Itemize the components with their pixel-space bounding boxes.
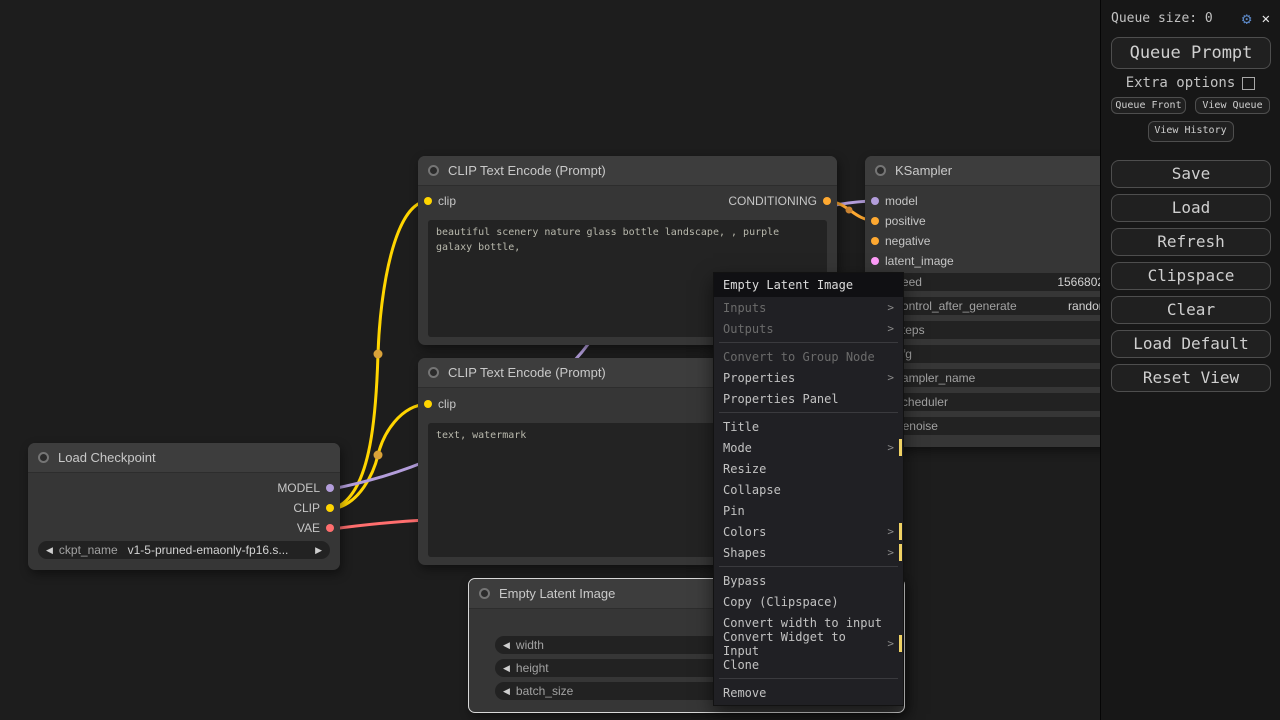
menu-item-convert-to-group-node[interactable]: Convert to Group Node: [714, 346, 903, 367]
comfy-menu-panel: Queue size: 0 ⚙ ✕ Queue Prompt Extra opt…: [1100, 0, 1280, 720]
input-model[interactable]: model: [865, 194, 918, 208]
menu-item-copy-clipspace[interactable]: Copy (Clipspace): [714, 591, 903, 612]
submenu-highlight-bar: [899, 544, 902, 561]
load-default-button[interactable]: Load Default: [1111, 330, 1271, 358]
node-load-checkpoint[interactable]: Load Checkpoint MODEL CLIP VAE: [28, 443, 340, 570]
output-row-model: MODEL: [28, 478, 340, 498]
node-title-bar[interactable]: CLIP Text Encode (Prompt): [418, 156, 837, 186]
load-button[interactable]: Load: [1111, 194, 1271, 222]
link-midpoint-dot[interactable]: [374, 451, 383, 460]
queue-front-button[interactable]: Queue Front: [1111, 97, 1186, 114]
clip-input-dot[interactable]: [424, 197, 432, 205]
collapse-dot-icon[interactable]: [428, 165, 439, 176]
menu-item-inputs[interactable]: Inputs >: [714, 297, 903, 318]
output-conditioning[interactable]: CONDITIONING: [728, 194, 837, 208]
submenu-arrow-icon: >: [887, 441, 894, 454]
collapse-dot-icon[interactable]: [875, 165, 886, 176]
positive-input-dot[interactable]: [871, 217, 879, 225]
collapse-dot-icon[interactable]: [38, 452, 49, 463]
link-midpoint-dot[interactable]: [374, 350, 383, 359]
submenu-arrow-icon: >: [887, 525, 894, 538]
submenu-arrow-icon: >: [887, 322, 894, 335]
menu-item-properties-panel[interactable]: Properties Panel: [714, 388, 903, 409]
context-menu: Empty Latent Image Inputs > Outputs > Co…: [713, 272, 904, 706]
menu-item-bypass[interactable]: Bypass: [714, 570, 903, 591]
queue-size-label: Queue size: 0: [1111, 11, 1213, 26]
settings-gear-icon[interactable]: ⚙: [1242, 9, 1252, 28]
input-latent-image[interactable]: latent_image: [865, 254, 954, 268]
menu-item-collapse[interactable]: Collapse: [714, 479, 903, 500]
model-input-dot[interactable]: [871, 197, 879, 205]
extra-options-checkbox[interactable]: [1242, 77, 1255, 90]
clear-button[interactable]: Clear: [1111, 296, 1271, 324]
collapse-dot-icon[interactable]: [428, 367, 439, 378]
widget-left-arrow-icon[interactable]: ◀: [46, 545, 53, 556]
node-title: Load Checkpoint: [58, 450, 156, 465]
menu-item-mode[interactable]: Mode >: [714, 437, 903, 458]
menu-item-resize[interactable]: Resize: [714, 458, 903, 479]
input-negative[interactable]: negative: [865, 234, 930, 248]
node-title: Empty Latent Image: [499, 586, 615, 601]
clip-output-dot[interactable]: [326, 504, 334, 512]
reset-view-button[interactable]: Reset View: [1111, 364, 1271, 392]
submenu-arrow-icon: >: [887, 301, 894, 314]
clipspace-button[interactable]: Clipspace: [1111, 262, 1271, 290]
menu-separator: [719, 342, 898, 343]
context-menu-title: Empty Latent Image: [714, 273, 903, 297]
menu-item-remove[interactable]: Remove: [714, 682, 903, 703]
menu-item-colors[interactable]: Colors >: [714, 521, 903, 542]
link-midpoint-dot[interactable]: [846, 207, 853, 214]
widget-left-arrow-icon[interactable]: ◀: [503, 663, 510, 674]
vae-output-dot[interactable]: [326, 524, 334, 532]
widget-right-arrow-icon[interactable]: ▶: [315, 545, 322, 556]
model-output-dot[interactable]: [326, 484, 334, 492]
widget-left-arrow-icon[interactable]: ◀: [503, 686, 510, 697]
input-clip[interactable]: clip: [418, 194, 456, 208]
widget-ckpt-name[interactable]: ◀ ckpt_name v1-5-pruned-emaonly-fp16.s..…: [38, 541, 330, 559]
menu-item-convert-widget-to-input[interactable]: Convert Widget to Input >: [714, 633, 903, 654]
output-row-clip: CLIP: [28, 498, 340, 518]
extra-options-label: Extra options: [1126, 75, 1236, 91]
node-title: CLIP Text Encode (Prompt): [448, 365, 606, 380]
menu-item-outputs[interactable]: Outputs >: [714, 318, 903, 339]
menu-item-title[interactable]: Title: [714, 416, 903, 437]
submenu-arrow-icon: >: [887, 637, 894, 650]
menu-item-clone[interactable]: Clone: [714, 654, 903, 675]
input-clip[interactable]: clip: [418, 397, 456, 411]
negative-input-dot[interactable]: [871, 237, 879, 245]
view-queue-button[interactable]: View Queue: [1195, 97, 1270, 114]
widget-left-arrow-icon[interactable]: ◀: [503, 640, 510, 651]
menu-separator: [719, 678, 898, 679]
clip-input-dot[interactable]: [424, 400, 432, 408]
submenu-arrow-icon: >: [887, 546, 894, 559]
queue-prompt-button[interactable]: Queue Prompt: [1111, 37, 1271, 69]
collapse-dot-icon[interactable]: [479, 588, 490, 599]
submenu-highlight-bar: [899, 439, 902, 456]
output-model[interactable]: MODEL: [277, 481, 340, 495]
node-title-bar[interactable]: Load Checkpoint: [28, 443, 340, 473]
submenu-highlight-bar: [899, 523, 902, 540]
menu-item-properties[interactable]: Properties >: [714, 367, 903, 388]
output-row-vae: VAE: [28, 518, 340, 538]
menu-item-shapes[interactable]: Shapes >: [714, 542, 903, 563]
view-history-button[interactable]: View History: [1148, 121, 1234, 142]
input-positive[interactable]: positive: [865, 214, 926, 228]
comfyui-app: Load Checkpoint MODEL CLIP VAE: [0, 0, 1280, 720]
close-icon[interactable]: ✕: [1262, 11, 1270, 27]
submenu-highlight-bar: [899, 635, 902, 652]
menu-separator: [719, 412, 898, 413]
output-vae[interactable]: VAE: [297, 521, 340, 535]
refresh-button[interactable]: Refresh: [1111, 228, 1271, 256]
menu-separator: [719, 566, 898, 567]
menu-item-pin[interactable]: Pin: [714, 500, 903, 521]
conditioning-output-dot[interactable]: [823, 197, 831, 205]
node-title: KSampler: [895, 163, 952, 178]
latent-input-dot[interactable]: [871, 257, 879, 265]
output-clip[interactable]: CLIP: [293, 501, 340, 515]
submenu-arrow-icon: >: [887, 371, 894, 384]
node-title: CLIP Text Encode (Prompt): [448, 163, 606, 178]
save-button[interactable]: Save: [1111, 160, 1271, 188]
